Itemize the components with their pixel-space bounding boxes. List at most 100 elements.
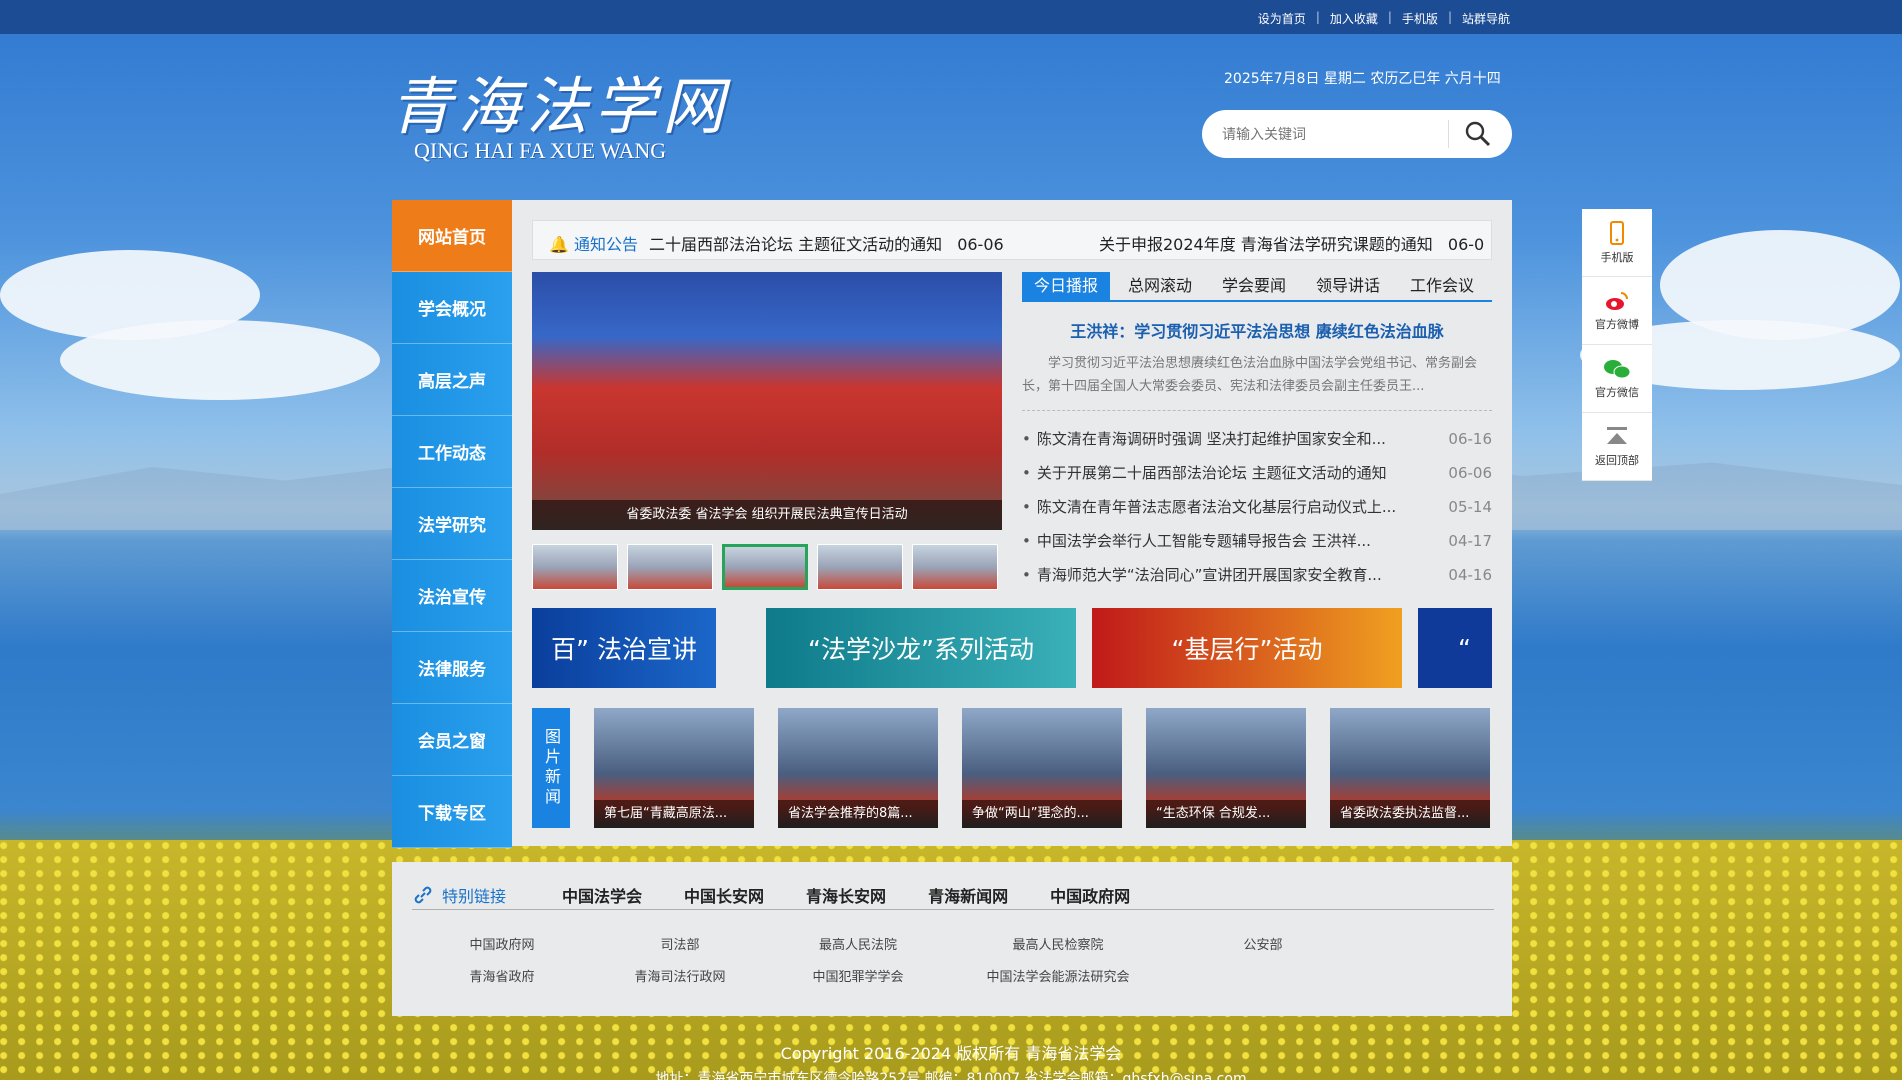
news-title: 中国法学会举行人工智能专题辅导报告会 王洪祥...: [1022, 524, 1422, 558]
nav-publicity[interactable]: 法治宣传: [392, 560, 512, 632]
link-qinghai-changan[interactable]: 青海长安网: [806, 883, 886, 907]
weibo-icon: [1606, 291, 1628, 310]
list-item[interactable]: 陈文清在青海调研时强调 坚决打起维护国家安全和... 06-16: [1022, 422, 1492, 456]
picture-news-item[interactable]: 省委政法委执法监督...: [1330, 708, 1490, 828]
floating-sidebar: 手机版 官方微博 官方微信 返回顶部: [1582, 209, 1652, 481]
special-links: 特别链接 中国法学会 中国长安网 青海长安网 青海新闻网 中国政府网 中国政府网…: [392, 862, 1512, 1016]
link-qinghai-news[interactable]: 青海新闻网: [928, 883, 1008, 907]
site-logo-english: QING HAI FA XUE WANG: [414, 138, 667, 163]
main-panel: 网站首页 学会概况 高层之声 工作动态 法学研究 法治宣传 法律服务 会员之窗 …: [392, 200, 1512, 848]
mobile-link[interactable]: 手机版: [1402, 10, 1438, 27]
nav-leadership[interactable]: 高层之声: [392, 344, 512, 416]
tab-meetings[interactable]: 工作会议: [1398, 272, 1486, 300]
top-headline[interactable]: 王洪祥：学习贯彻习近平法治思想 赓续红色法治血脉: [1022, 318, 1492, 342]
search-input[interactable]: [1222, 122, 1442, 146]
slide-thumbnail[interactable]: [912, 544, 998, 590]
link-item[interactable]: 中国法学会能源法研究会: [928, 962, 1188, 994]
link-china-law-society[interactable]: 中国法学会: [562, 883, 642, 907]
side-weibo[interactable]: 官方微博: [1582, 277, 1652, 345]
notice-item[interactable]: 关于申报2024年度 青海省法学研究课题的通知 06-0: [1099, 231, 1484, 255]
news-date: 04-17: [1448, 532, 1492, 550]
notice-label: 🔔 通知公告: [549, 231, 638, 255]
tab-speeches[interactable]: 领导讲话: [1304, 272, 1392, 300]
search-button[interactable]: [1464, 120, 1494, 148]
add-favorite-link[interactable]: 加入收藏: [1330, 10, 1378, 27]
slide-thumbnail[interactable]: [532, 544, 618, 590]
search-icon: [1465, 121, 1491, 147]
site-logo[interactable]: 青海法学网: [390, 56, 730, 146]
divider: [1022, 410, 1492, 411]
list-item[interactable]: 陈文清在青年普法志愿者法治文化基层行启动仪式上... 05-14: [1022, 490, 1492, 524]
news-title: 陈文清在青海调研时强调 坚决打起维护国家安全和...: [1022, 422, 1422, 456]
news-title: 关于开展第二十届西部法治论坛 主题征文活动的通知: [1022, 456, 1422, 490]
nav-research[interactable]: 法学研究: [392, 488, 512, 560]
nav-downloads[interactable]: 下载专区: [392, 776, 512, 848]
nav-home[interactable]: 网站首页: [392, 200, 512, 272]
link-item[interactable]: 青海司法行政网: [572, 962, 788, 994]
news-tabs: 今日播报 总网滚动 学会要闻 领导讲话 工作会议: [1022, 272, 1492, 302]
picture-news-label: 图片新闻: [532, 708, 570, 828]
arrow-up-icon: [1607, 426, 1627, 444]
notice-date: 06-0: [1447, 235, 1485, 254]
headline-slideshow[interactable]: 省委政法委 省法学会 组织开展民法典宣传日活动: [532, 272, 1002, 530]
list-item[interactable]: 青海师范大学“法治同心”宣讲团开展国家安全教育... 04-16: [1022, 558, 1492, 592]
link-gov-cn[interactable]: 中国政府网: [1050, 883, 1130, 907]
nav-members[interactable]: 会员之窗: [392, 704, 512, 776]
links-title: 特别链接: [442, 886, 507, 906]
links-grid: 中国政府网 司法部 最高人民法院 最高人民检察院 公安部 青海省政府 青海司法行…: [432, 930, 1492, 994]
picture-news-item[interactable]: 争做“两山”理念的...: [962, 708, 1122, 828]
tab-society-news[interactable]: 学会要闻: [1210, 272, 1298, 300]
side-mobile[interactable]: 手机版: [1582, 209, 1652, 277]
slide-thumbnail[interactable]: [627, 544, 713, 590]
phone-icon: [1610, 220, 1624, 245]
slideshow-thumbnails: [532, 544, 998, 590]
side-wechat[interactable]: 官方微信: [1582, 345, 1652, 413]
nav-legal-service[interactable]: 法律服务: [392, 632, 512, 704]
link-item[interactable]: 青海省政府: [432, 962, 572, 994]
banner-grassroots[interactable]: “基层行”活动: [1092, 608, 1402, 688]
picture-news-item[interactable]: 省法学会推荐的8篇...: [778, 708, 938, 828]
picture-news-item[interactable]: “生态环保 合规发...: [1146, 708, 1306, 828]
set-homepage-link[interactable]: 设为首页: [1258, 10, 1306, 27]
news-title: 青海师范大学“法治同心”宣讲团开展国家安全教育...: [1022, 558, 1422, 592]
notice-title: 关于申报2024年度 青海省法学研究课题的通知: [1099, 235, 1433, 254]
nav-work-news[interactable]: 工作动态: [392, 416, 512, 488]
banner-legal-lectures[interactable]: 百” 法治宣讲: [532, 608, 716, 688]
search-divider: [1448, 120, 1449, 148]
slide-thumbnail[interactable]: [817, 544, 903, 590]
link-item[interactable]: 最高人民检察院: [928, 930, 1188, 962]
list-item[interactable]: 中国法学会举行人工智能专题辅导报告会 王洪祥... 04-17: [1022, 524, 1492, 558]
notice-title: 二十届西部法治论坛 主题征文活动的通知: [649, 235, 943, 254]
separator: |: [1387, 10, 1392, 24]
site-group-link[interactable]: 站群导航: [1462, 10, 1510, 27]
notice-label-text: 通知公告: [574, 235, 639, 254]
slide-caption: 省委政法委 省法学会 组织开展民法典宣传日活动: [532, 500, 1002, 530]
news-date: 05-14: [1448, 498, 1492, 516]
link-item[interactable]: 中国政府网: [432, 930, 572, 962]
link-item[interactable]: 公安部: [1188, 930, 1338, 962]
link-item[interactable]: 中国犯罪学学会: [788, 962, 928, 994]
picture-news-item[interactable]: 第七届“青藏高原法...: [594, 708, 754, 828]
cloud: [60, 320, 380, 400]
notice-item[interactable]: 二十届西部法治论坛 主题征文活动的通知 06-06: [649, 231, 1004, 255]
main-nav: 网站首页 学会概况 高层之声 工作动态 法学研究 法治宣传 法律服务 会员之窗 …: [392, 200, 512, 848]
tab-today[interactable]: 今日播报: [1022, 272, 1110, 300]
tab-all-news[interactable]: 总网滚动: [1116, 272, 1204, 300]
picture-caption: 第七届“青藏高原法...: [594, 800, 754, 828]
separator: |: [1315, 10, 1320, 24]
footer-copyright: Copyright 2016-2024 版权所有 青海省法学会: [780, 1044, 1122, 1063]
list-item[interactable]: 关于开展第二十届西部法治论坛 主题征文活动的通知 06-06: [1022, 456, 1492, 490]
link-china-changan[interactable]: 中国长安网: [684, 883, 764, 907]
banner-law-salon[interactable]: “法学沙龙”系列活动: [766, 608, 1076, 688]
banner-next[interactable]: “: [1418, 608, 1492, 688]
slide-thumbnail-active[interactable]: [722, 544, 808, 590]
link-item[interactable]: 最高人民法院: [788, 930, 928, 962]
nav-about[interactable]: 学会概况: [392, 272, 512, 344]
side-back-to-top[interactable]: 返回顶部: [1582, 413, 1652, 481]
link-item[interactable]: 司法部: [572, 930, 788, 962]
news-title: 陈文清在青年普法志愿者法治文化基层行启动仪式上...: [1022, 490, 1422, 524]
current-date: 2025年7月8日 星期二 农历乙巳年 六月十四: [1224, 71, 1501, 87]
side-label: 手机版: [1600, 250, 1634, 264]
picture-caption: “生态环保 合规发...: [1146, 800, 1306, 828]
separator: |: [1447, 10, 1452, 24]
